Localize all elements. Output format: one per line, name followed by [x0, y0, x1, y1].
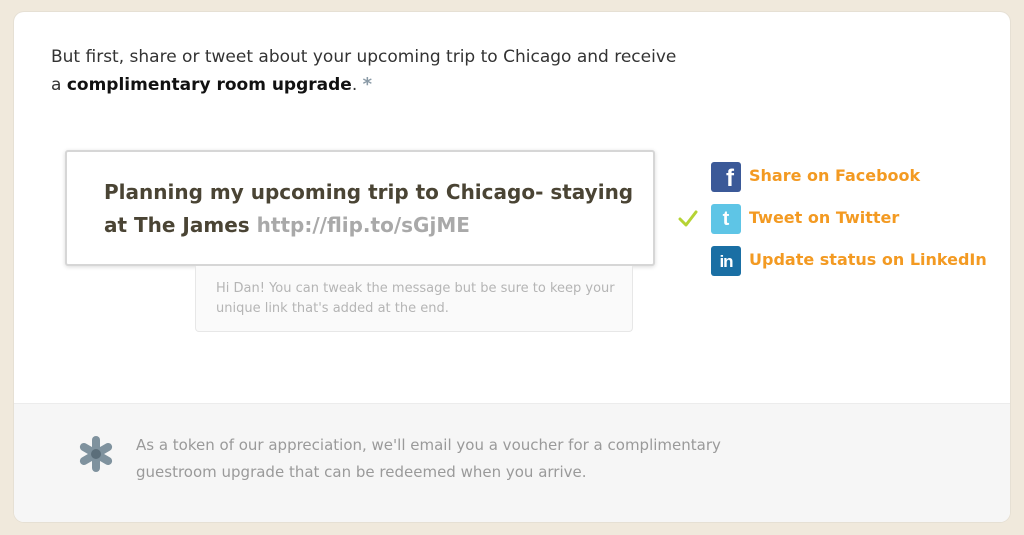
footer-text: As a token of our appreciation, we'll em…: [136, 436, 721, 481]
intro-text-after: .: [351, 75, 358, 95]
footer-note: As a token of our appreciation, we'll em…: [14, 403, 1010, 522]
share-link: http://flip.to/sGjME: [256, 213, 470, 237]
asterisk-badge-icon: [79, 436, 113, 472]
intro-text: But first, share or tweet about your upc…: [51, 43, 691, 99]
message-hint: Hi Dan! You can tweak the message but be…: [195, 266, 633, 332]
asterisk-icon: *: [362, 74, 373, 95]
share-linkedin-option[interactable]: in Update status on LinkedIn: [678, 246, 987, 288]
share-message-editor[interactable]: Planning my upcoming trip to Chicago- st…: [65, 150, 655, 266]
upgrade-highlight: complimentary room upgrade: [66, 75, 352, 95]
share-facebook-option[interactable]: f Share on Facebook: [678, 162, 978, 204]
hint-text: Hi Dan! You can tweak the message but be…: [216, 281, 615, 316]
share-message-text[interactable]: Planning my upcoming trip to Chicago- st…: [104, 176, 634, 242]
check-icon: [678, 210, 698, 227]
twitter-icon[interactable]: t: [711, 204, 741, 234]
share-twitter-link[interactable]: Tweet on Twitter: [749, 208, 899, 227]
share-facebook-link[interactable]: Share on Facebook: [749, 166, 920, 185]
linkedin-icon[interactable]: in: [711, 246, 741, 276]
share-card: But first, share or tweet about your upc…: [14, 12, 1010, 522]
share-options: f Share on Facebook t Tweet on Twitter i…: [678, 162, 987, 288]
share-linkedin-link[interactable]: Update status on LinkedIn: [749, 250, 987, 269]
facebook-icon[interactable]: f: [711, 162, 741, 192]
share-twitter-option[interactable]: t Tweet on Twitter: [678, 204, 978, 246]
